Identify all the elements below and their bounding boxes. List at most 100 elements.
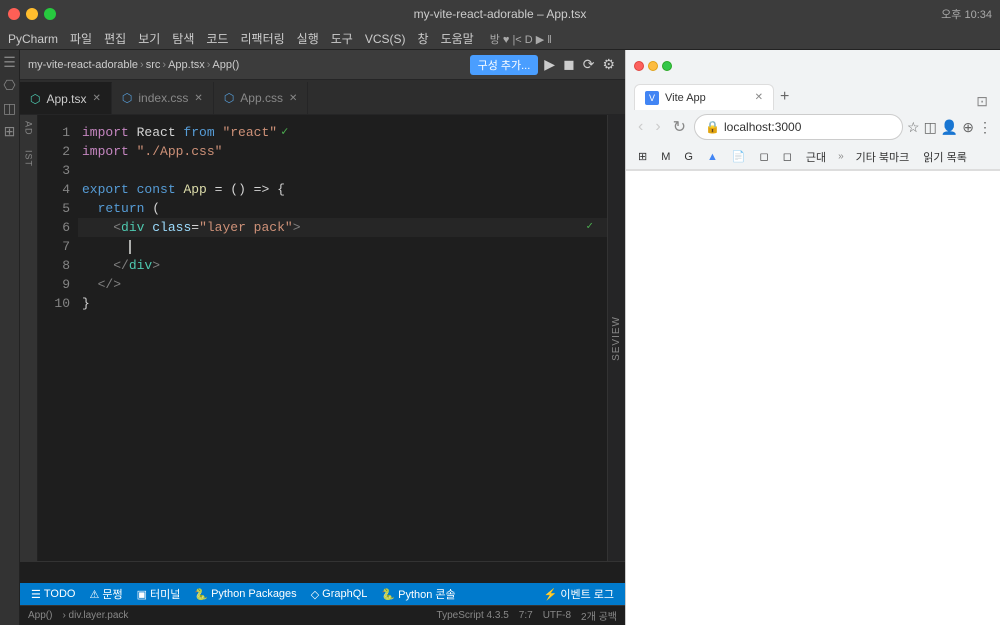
status-graphql[interactable]: ◇ GraphQL [308,588,371,601]
status-python-packages[interactable]: 🐍 Python Packages [191,588,299,601]
tab-app-tsx[interactable]: ⬡ App.tsx ✕ [20,82,112,114]
bookmark-gmail[interactable]: M [657,149,674,165]
token-close-open-8: </ [113,256,129,275]
stop-button[interactable]: ◼ [561,54,577,75]
code-line-4: export const App = () => { [78,180,607,199]
browser-menu-icon[interactable]: ⋮ [978,119,992,136]
tab-index-css-close[interactable]: ✕ [194,93,202,104]
status-python-console[interactable]: 🐍 Python 콘솔 [378,586,458,602]
browser-profile-icon[interactable]: 👤 [941,119,958,136]
bookmark-g[interactable]: G [680,149,697,165]
minimize-button[interactable] [26,8,38,20]
token-sp1 [129,180,137,199]
left-panel-icons: AD IST [20,115,38,561]
panel-icon-1[interactable]: AD [24,121,34,136]
line-numbers: 1 2 3 4 5 6 7 8 9 10 [38,115,78,561]
address-bar[interactable]: 🔒 localhost:3000 [694,114,903,140]
browser-active-tab[interactable]: V Vite App ✕ [634,84,774,110]
bookmark-drive[interactable]: ▲ [703,149,722,165]
panel-icon-2[interactable]: IST [24,150,34,167]
menu-view[interactable]: 보기 [138,30,160,47]
tab-app-css-close[interactable]: ✕ [289,93,297,104]
bookmark-geundae[interactable]: 근대 [802,147,830,167]
settings-button[interactable]: ⚙ [600,54,617,75]
browser-new-tab-btn[interactable]: + [774,84,795,110]
status-terminal[interactable]: ▣ 터미널 [134,586,184,602]
bookmark-reading-list[interactable]: 읽기 목록 [919,147,971,167]
add-config-button[interactable]: 구성 추가... [470,55,539,75]
activity-explorer-icon[interactable]: ☰ [3,54,16,71]
browser-cast-icon[interactable]: ◫ [924,119,937,136]
tab-css-icon-2: ⬡ [224,91,234,105]
bookmark-item-6[interactable]: ◻ [779,148,796,165]
right-panel-label[interactable]: SEVIEW [607,115,625,561]
menu-nav[interactable]: 탐색 [172,30,194,47]
python-pkg-label: Python Packages [211,588,297,600]
run-button[interactable]: ▶ [542,54,557,75]
tab-css-icon-1: ⬡ [122,91,132,105]
maximize-button[interactable] [44,8,56,20]
token-gt-8: > [152,256,160,275]
status-problems[interactable]: ⚠ 문쩡 [86,586,125,602]
menu-file[interactable]: 파일 [70,30,92,47]
activity-search-icon[interactable]: ⎔ [3,77,15,94]
tab-app-tsx-close[interactable]: ✕ [93,93,101,104]
code-content[interactable]: import React from "react" ✓ import "./Ap… [78,115,607,561]
status-events[interactable]: ⚡ 이벤트 로그 [541,586,617,602]
menu-help[interactable]: 도움말 [441,30,474,47]
code-line-6: < div class = "layer pack" > ✓ [78,218,607,237]
activity-git-icon[interactable]: ◫ [3,100,16,117]
bookmark-item-5[interactable]: ◻ [756,148,773,165]
browser-back-btn[interactable]: ‹ [634,116,647,138]
bookmark-apps-icon: ⊞ [638,150,647,163]
bottom-panels [20,561,625,583]
close-button[interactable] [8,8,20,20]
menu-run[interactable]: 실행 [297,30,319,47]
token-class-val: "layer pack" [199,218,293,237]
browser-tab-close-btn[interactable]: ✕ [755,92,763,103]
browser-star-icon[interactable]: ☆ [907,119,920,136]
menu-room[interactable]: 방 ♥ |< D ▶ ‖ [490,31,552,47]
menu-code[interactable]: 코드 [206,30,228,47]
breadcrumb-sep2: › [162,59,166,71]
tab-tsx-icon: ⬡ [30,92,40,106]
bookmark-docs[interactable]: 📄 [728,148,750,165]
browser-max-dot[interactable] [662,61,672,71]
browser-close-dot[interactable] [634,61,644,71]
main-layout: ☰ ⎔ ◫ ⊞ my-vite-react-adorable › src › A… [0,50,1000,625]
browser-forward-btn[interactable]: › [651,116,664,138]
bookmark-gmail-icon: M [661,151,670,163]
code-line-9: </> [78,275,607,294]
code-line-5: return ( [78,199,607,218]
browser-refresh-btn[interactable]: ↻ [669,115,690,139]
status-todo[interactable]: ☰ TODO [28,588,78,601]
bookmark-other[interactable]: 기타 북마크 [852,147,914,167]
menu-pycharm[interactable]: PyCharm [8,32,58,46]
browser-extensions-icon[interactable]: ⊕ [962,119,974,136]
tab-app-css[interactable]: ⬡ App.css ✕ [214,82,309,114]
browser-panel: V Vite App ✕ + ⊡ ‹ › ↻ 🔒 localhost:3000 [625,50,1000,625]
events-icon: ⚡ [544,588,558,601]
token-string-1: "react" [222,123,277,142]
tab-index-css[interactable]: ⬡ index.css ✕ [112,82,214,114]
code-line-7 [78,237,607,256]
token-sp3: = () [207,180,254,199]
code-editor[interactable]: 1 2 3 4 5 6 7 8 9 10 import React [38,115,607,561]
menu-refactor[interactable]: 리팩터링 [240,30,284,47]
menu-tools[interactable]: 도구 [331,30,353,47]
browser-min-dot[interactable] [648,61,658,71]
browser-restore-btn[interactable]: ⊡ [972,93,992,110]
check-mark-1: ✓ [281,123,288,142]
activity-debug-icon[interactable]: ⊞ [4,123,16,140]
line-check-6: ✓ [586,218,593,237]
rerun-button[interactable]: ⟳ [581,54,597,75]
python-pkg-icon: 🐍 [194,588,208,601]
menu-edit[interactable]: 편집 [104,30,126,47]
browser-nav-bar: ‹ › ↻ 🔒 localhost:3000 ☆ ◫ 👤 ⊕ ⋮ [626,110,1000,144]
breadcrumb-project: my-vite-react-adorable [28,59,138,71]
menu-vcs[interactable]: VCS(S) [365,32,406,46]
bookmark-apps[interactable]: ⊞ [634,148,651,165]
menu-window[interactable]: 창 [418,30,429,47]
line-num-1: 1 [38,123,70,142]
code-line-2: import "./App.css" [78,142,607,161]
